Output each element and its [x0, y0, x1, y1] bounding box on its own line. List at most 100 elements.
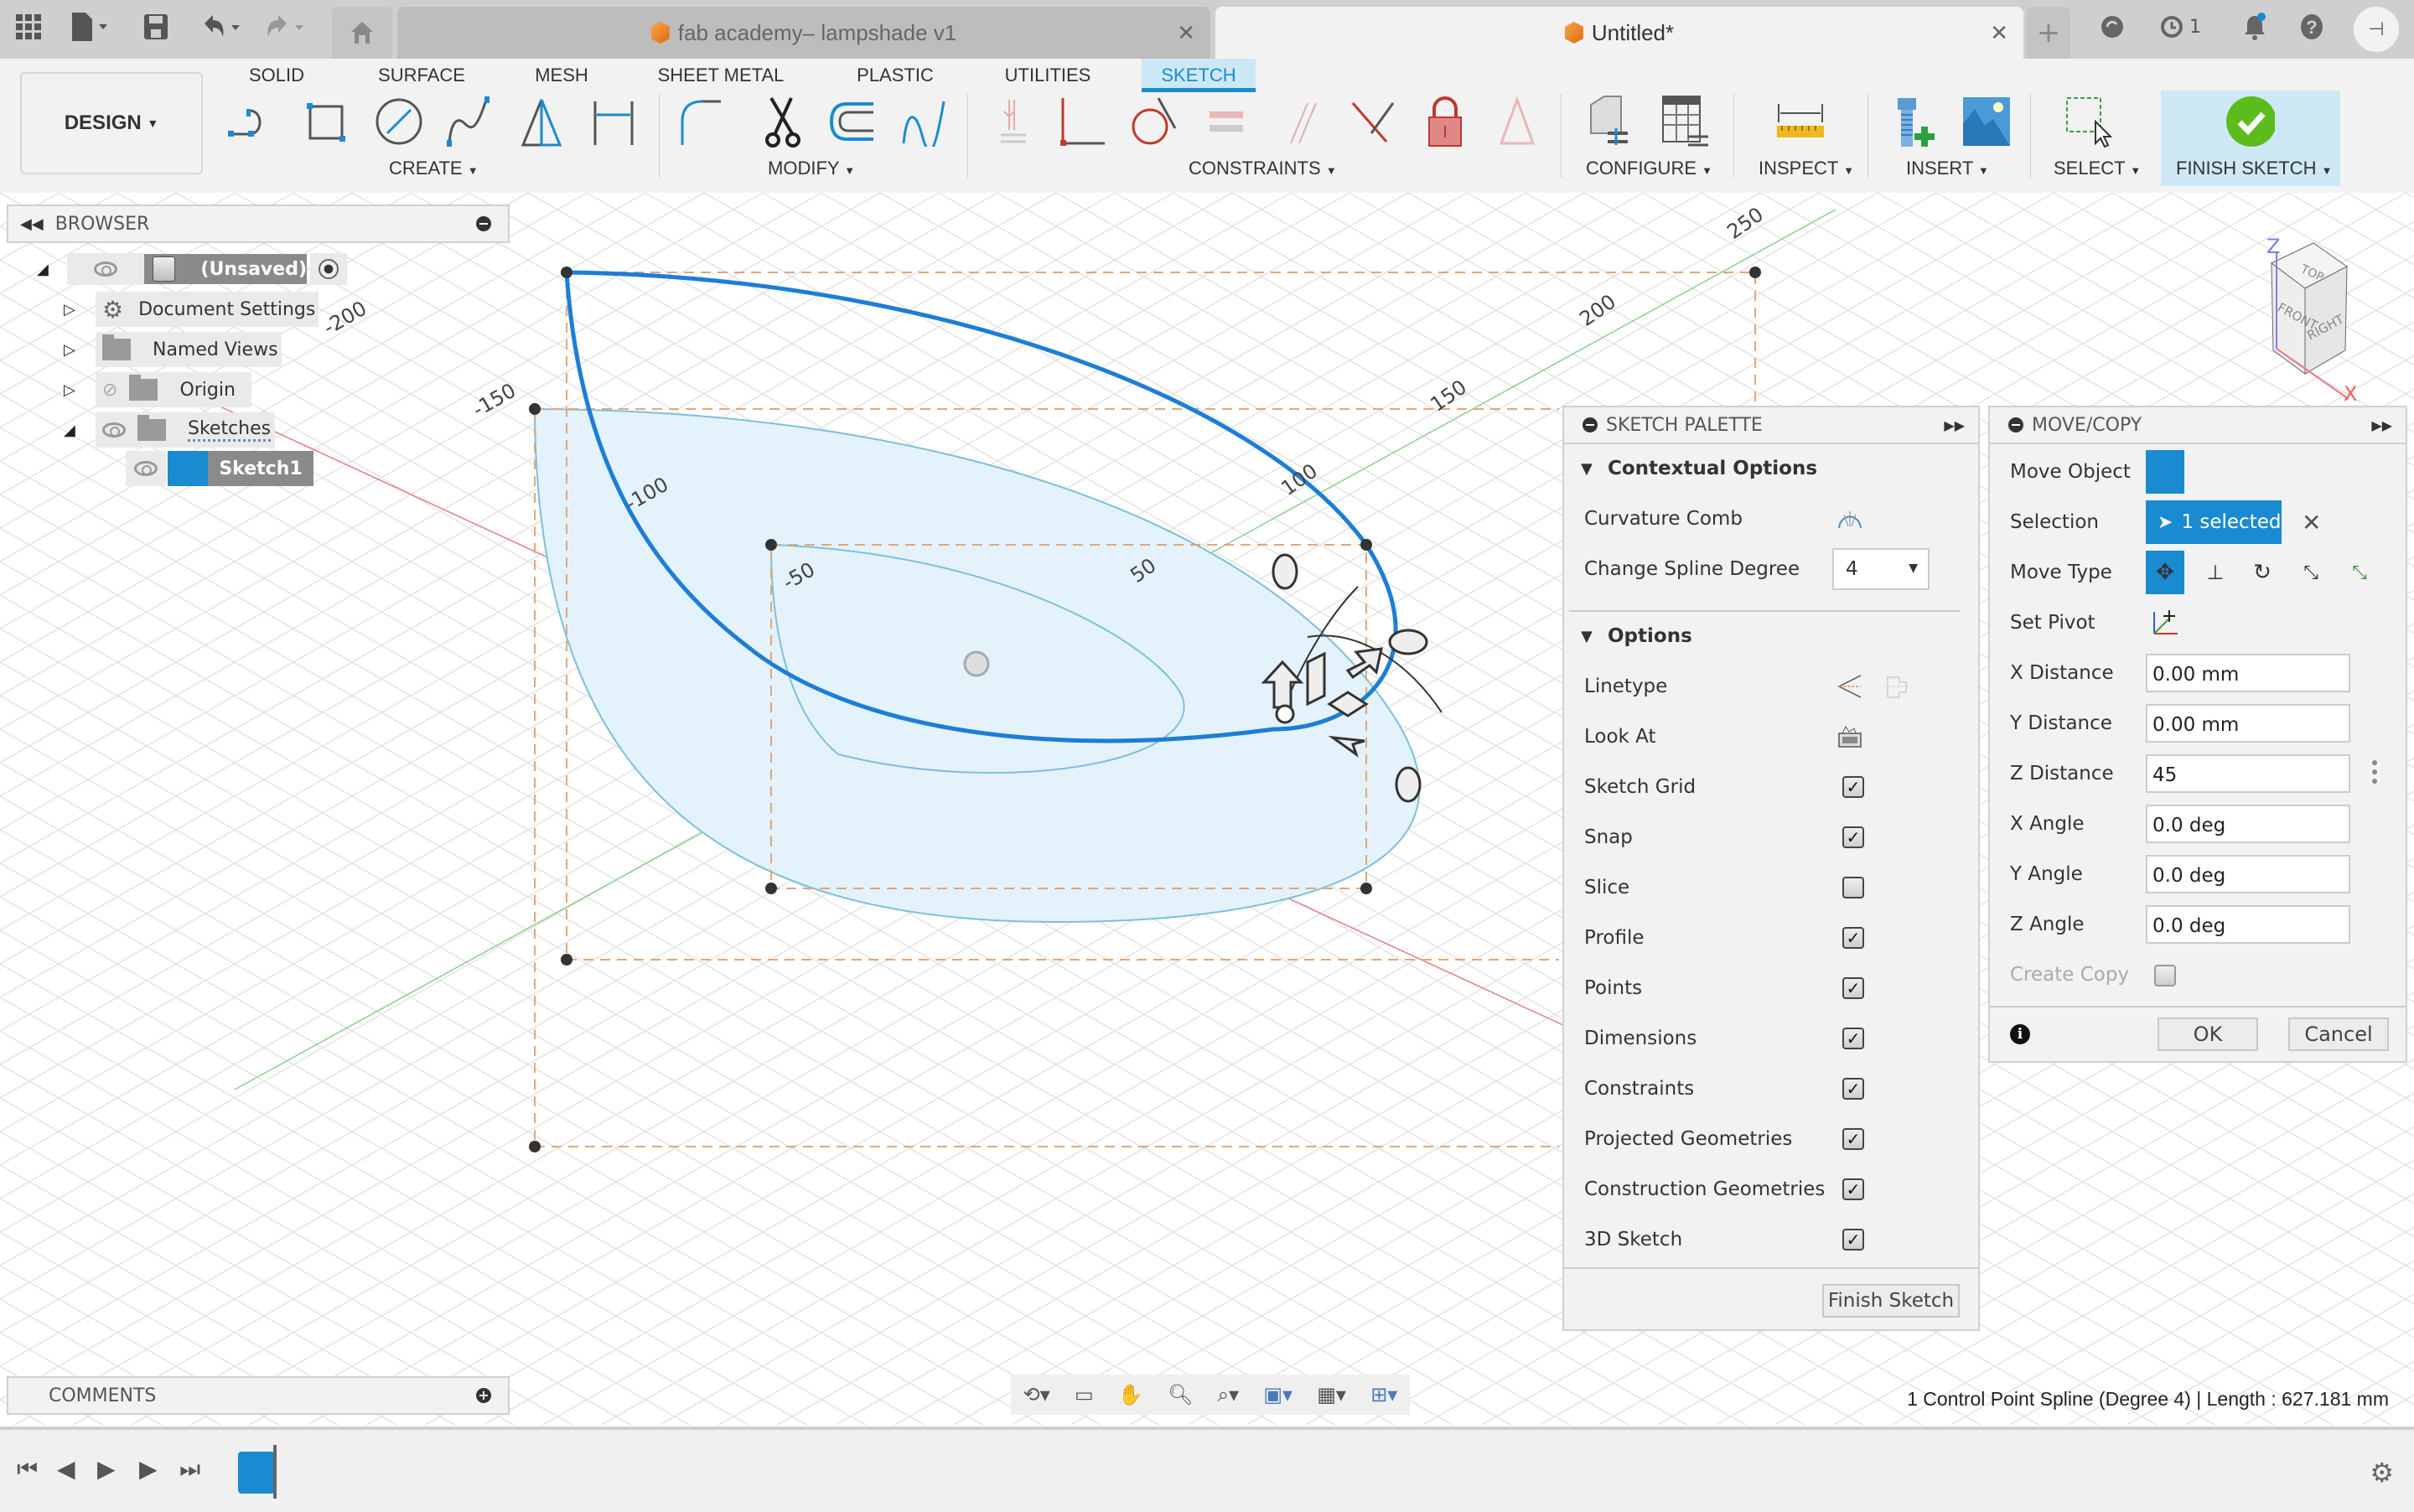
home-tab[interactable]	[332, 7, 392, 59]
help-icon[interactable]: ?	[2297, 12, 2327, 42]
job-status[interactable]: 1	[2151, 12, 2209, 42]
create-copy-checkbox[interactable]	[2154, 965, 2176, 986]
translate-xyz-icon[interactable]: ⊥	[2196, 551, 2235, 594]
x-distance-input[interactable]: 0.00 mm	[2146, 654, 2350, 692]
close-tab-icon[interactable]: ✕	[1177, 20, 1195, 46]
x-angle-input[interactable]: 0.0 deg	[2146, 805, 2350, 843]
user-avatar[interactable]: ⊣	[2354, 7, 2399, 52]
option-checkbox[interactable]: ✓	[1842, 826, 1864, 848]
option-checkbox[interactable]: ✓	[1842, 1128, 1864, 1150]
dimension-tool-icon[interactable]	[588, 94, 639, 149]
timeline-marker[interactable]	[273, 1445, 277, 1499]
y-angle-input[interactable]: 0.0 deg	[2146, 855, 2350, 893]
y-distance-input[interactable]: 0.00 mm	[2146, 704, 2350, 743]
activate-radio[interactable]	[310, 253, 347, 285]
expand-triangle-icon[interactable]: ◢	[64, 422, 75, 439]
fit-icon[interactable]: ⌕▾	[1218, 1383, 1240, 1406]
collapse-dialog-icon[interactable]	[2008, 417, 2023, 432]
contextual-options-heading[interactable]: ▼ Contextual Options	[1564, 448, 1978, 489]
option-checkbox[interactable]: ✓	[1842, 1028, 1864, 1049]
create-menu[interactable]: CREATE ▼	[389, 158, 479, 179]
fix-lock-icon[interactable]	[1420, 94, 1470, 149]
option-checkbox[interactable]: ✓	[1842, 1078, 1864, 1100]
rotate-icon[interactable]: ↻	[2243, 551, 2282, 594]
step-back-icon[interactable]: ◀	[57, 1455, 75, 1483]
redo-icon[interactable]	[263, 12, 313, 42]
look-at-icon[interactable]	[1837, 725, 1862, 748]
timeline-settings-gear-icon[interactable]: ⚙	[2370, 1457, 2394, 1489]
mirror-tool-icon[interactable]	[516, 94, 567, 149]
option-checkbox[interactable]: ✓	[1842, 776, 1864, 798]
set-pivot-icon[interactable]	[2151, 608, 2179, 637]
collapse-browser-icon[interactable]: ◀◀	[20, 215, 44, 233]
document-tab-lampshade[interactable]: fab academy– lampshade v1 ✕	[397, 7, 1210, 59]
visibility-eye-icon[interactable]	[67, 253, 144, 285]
visibility-eye-icon[interactable]	[102, 422, 126, 438]
display-settings-icon[interactable]: ▣▾	[1263, 1383, 1292, 1406]
free-move-icon[interactable]: ✥	[2146, 551, 2184, 594]
option-checkbox[interactable]: ✓	[1842, 927, 1864, 949]
construction-linetype-icon[interactable]	[1837, 674, 1862, 699]
finish-sketch-button[interactable]: Finish Sketch	[1822, 1284, 1960, 1318]
more-options-icon[interactable]	[2372, 759, 2377, 784]
expand-triangle-icon[interactable]: ▷	[64, 301, 75, 318]
horizontal-vertical-constraint-icon[interactable]	[989, 94, 1039, 149]
option-checkbox[interactable]: ✓	[1842, 1178, 1864, 1200]
option-checkbox[interactable]	[1842, 877, 1864, 898]
line-tool-icon[interactable]	[228, 94, 278, 149]
expand-palette-icon[interactable]: ▶▶	[1944, 417, 1965, 433]
browser-options-icon[interactable]	[476, 216, 491, 231]
trim-tool-icon[interactable]	[758, 94, 808, 149]
document-tab-untitled[interactable]: Untitled* ✕	[1215, 7, 2023, 59]
point-to-point-icon[interactable]: ⤡	[2292, 551, 2330, 594]
look-at-nav-icon[interactable]: ▭	[1075, 1383, 1094, 1406]
collapse-palette-icon[interactable]	[1583, 417, 1598, 432]
finish-sketch-menu[interactable]: FINISH SKETCH ▼	[2176, 158, 2332, 179]
fillet-tool-icon[interactable]	[677, 94, 728, 149]
select-window-icon[interactable]	[2064, 94, 2114, 149]
hidden-eye-icon[interactable]: ⊘	[102, 380, 117, 401]
rectangle-tool-icon[interactable]	[302, 94, 352, 149]
coincident-constraint-icon[interactable]	[1059, 94, 1110, 149]
zoom-icon[interactable]: 🔍︎	[1168, 1383, 1193, 1406]
visibility-eye-icon[interactable]	[126, 451, 166, 486]
expand-triangle-icon[interactable]: ▷	[64, 381, 75, 399]
offset-tool-icon[interactable]	[826, 94, 877, 149]
step-forward-icon[interactable]: ▶	[139, 1455, 158, 1483]
insert-canvas-image-icon[interactable]	[1961, 94, 2012, 149]
point-to-position-icon[interactable]: ⤡	[2340, 551, 2379, 594]
move-object-sketch-button[interactable]	[2146, 450, 2184, 494]
finish-sketch-check-icon[interactable]	[2225, 94, 2275, 149]
orbit-icon[interactable]: ⟲▾	[1023, 1383, 1050, 1406]
new-tab-button[interactable]: +	[2027, 7, 2070, 59]
sync-icon[interactable]	[2097, 12, 2127, 42]
save-icon[interactable]	[141, 12, 171, 42]
circle-tool-icon[interactable]	[374, 94, 424, 149]
equal-constraint-icon[interactable]	[1202, 94, 1252, 149]
timeline-sketch-feature[interactable]	[238, 1452, 275, 1494]
measure-icon[interactable]	[1775, 94, 1826, 149]
option-checkbox[interactable]: ✓	[1842, 977, 1864, 999]
options-heading[interactable]: ▼ Options	[1564, 615, 1978, 657]
tangent-constraint-icon[interactable]	[1128, 94, 1179, 149]
close-tab-icon[interactable]: ✕	[1990, 20, 2008, 46]
spline-tool-icon[interactable]	[444, 94, 495, 149]
ok-button[interactable]: OK	[2158, 1017, 2258, 1051]
go-to-start-icon[interactable]: ⏮	[17, 1455, 38, 1484]
expand-triangle-icon[interactable]: ▷	[64, 341, 75, 359]
add-comment-icon[interactable]: +	[476, 1388, 491, 1403]
clear-selection-icon[interactable]: ✕	[2302, 509, 2321, 536]
spline-degree-select[interactable]: 4 ▼	[1832, 548, 1930, 590]
z-angle-input[interactable]: 0.0 deg	[2146, 905, 2350, 944]
perpendicular-constraint-icon[interactable]	[1348, 94, 1398, 149]
viewports-icon[interactable]: ⊞▾	[1370, 1383, 1397, 1406]
undo-icon[interactable]	[199, 12, 250, 42]
insert-menu[interactable]: INSERT ▼	[1906, 158, 1989, 179]
parallel-constraint-icon[interactable]	[1277, 94, 1328, 149]
configure-menu[interactable]: CONFIGURE ▼	[1586, 158, 1712, 179]
modify-menu[interactable]: MODIFY ▼	[768, 158, 855, 179]
go-to-end-icon[interactable]: ⏭	[179, 1455, 200, 1484]
constraints-menu[interactable]: CONSTRAINTS ▼	[1189, 158, 1337, 179]
app-grid-icon[interactable]	[13, 12, 44, 42]
play-icon[interactable]: ▶	[97, 1455, 116, 1483]
